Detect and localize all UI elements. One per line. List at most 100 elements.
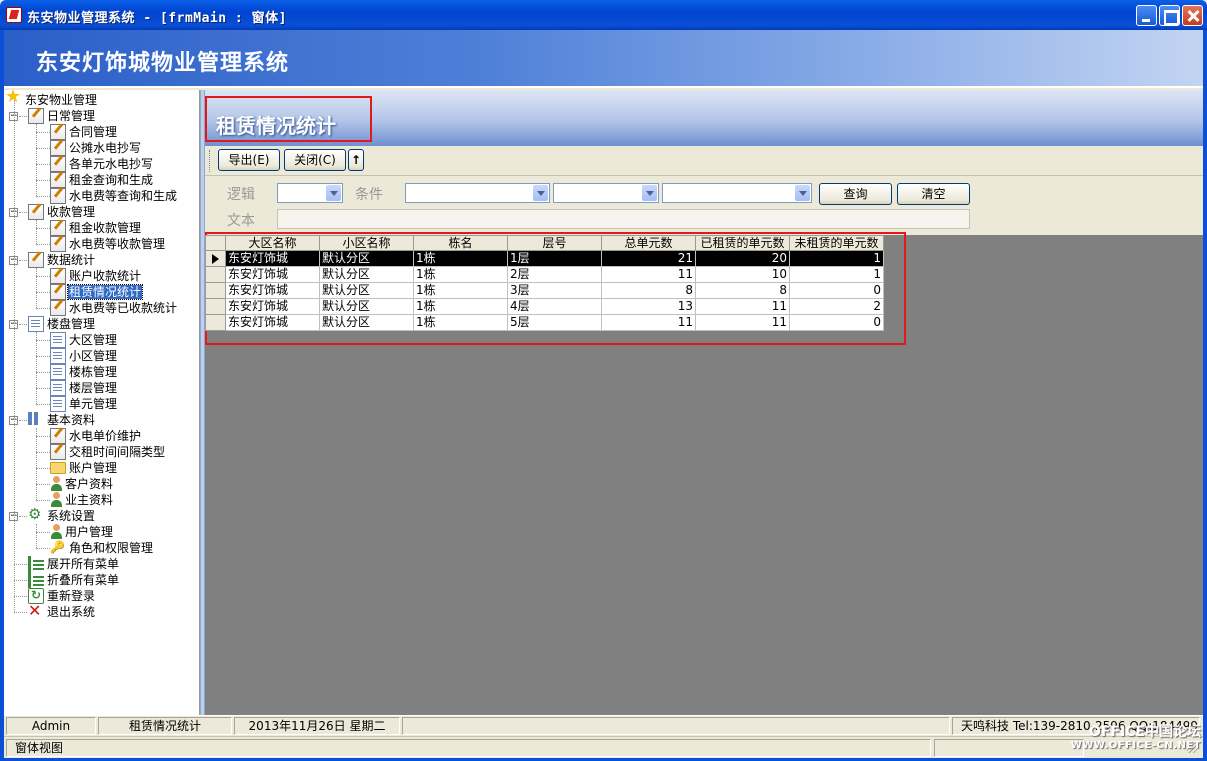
tree-action-1[interactable]: 折叠所有菜单 [28, 572, 120, 588]
tree-item[interactable]: 业主资料 [50, 492, 114, 508]
table-row[interactable]: 东安灯饰城 默认分区 1栋 5层 11 11 0 [205, 314, 884, 331]
table-row[interactable]: 东安灯饰城 默认分区 1栋 3层 8 8 0 [205, 282, 884, 299]
row-header[interactable] [205, 282, 226, 299]
table-cell[interactable]: 1栋 [413, 250, 508, 267]
tree-item[interactable]: 水电费等查询和生成 [50, 188, 178, 204]
value-select[interactable] [662, 183, 812, 203]
table-cell[interactable]: 13 [601, 298, 696, 315]
table-cell[interactable]: 20 [695, 250, 790, 267]
table-cell[interactable]: 0 [789, 314, 884, 331]
table-cell[interactable]: 默认分区 [319, 266, 414, 283]
operator-select[interactable] [553, 183, 659, 203]
column-header[interactable]: 小区名称 [319, 235, 414, 251]
row-header[interactable] [205, 298, 226, 315]
tree-item[interactable]: 租金收款管理 [50, 220, 142, 236]
tree-item[interactable]: 客户资料 [50, 476, 114, 492]
grid-corner-header[interactable] [205, 235, 226, 251]
tree-item[interactable]: 各单元水电抄写 [50, 156, 154, 172]
table-cell[interactable]: 5层 [507, 314, 602, 331]
table-cell[interactable]: 1栋 [413, 282, 508, 299]
table-cell[interactable]: 东安灯饰城 [225, 298, 320, 315]
close-window-button[interactable] [1182, 5, 1203, 26]
table-cell[interactable]: 1栋 [413, 314, 508, 331]
tree-item[interactable]: 单元管理 [50, 396, 118, 412]
table-cell[interactable]: 东安灯饰城 [225, 266, 320, 283]
query-button[interactable]: 查询 [819, 183, 892, 205]
tree-item[interactable]: 租赁情况统计 [50, 284, 144, 300]
field-select[interactable] [405, 183, 550, 203]
table-cell[interactable]: 2层 [507, 266, 602, 283]
tree-action-0[interactable]: 展开所有菜单 [28, 556, 120, 572]
column-header[interactable]: 未租赁的单元数 [789, 235, 884, 251]
app-icon[interactable] [6, 7, 22, 23]
table-cell[interactable]: 11 [695, 314, 790, 331]
row-header[interactable] [205, 250, 226, 267]
chevron-down-icon[interactable] [795, 185, 810, 201]
maximize-button[interactable] [1159, 5, 1180, 26]
table-cell[interactable]: 0 [789, 282, 884, 299]
row-header[interactable] [205, 266, 226, 283]
tree-root[interactable]: 东安物业管理 [5, 89, 98, 108]
column-header[interactable]: 层号 [507, 235, 602, 251]
tree-item[interactable]: 水电费等收款管理 [50, 236, 166, 252]
tree-group-0[interactable]: 日常管理 [28, 108, 96, 124]
table-cell[interactable]: 东安灯饰城 [225, 282, 320, 299]
table-cell[interactable]: 1层 [507, 250, 602, 267]
table-cell[interactable]: 8 [695, 282, 790, 299]
clear-button[interactable]: 清空 [897, 183, 970, 205]
tree-item[interactable]: 账户收款统计 [50, 268, 142, 284]
tree-item[interactable]: 角色和权限管理 [50, 539, 154, 556]
tree-action-3[interactable]: 退出系统 [28, 603, 96, 620]
tree-item[interactable]: 交租时间间隔类型 [50, 444, 166, 460]
tree-group-4[interactable]: 基本资料 [28, 412, 96, 428]
table-cell[interactable]: 1 [789, 266, 884, 283]
table-cell[interactable]: 1栋 [413, 298, 508, 315]
table-cell[interactable]: 默认分区 [319, 298, 414, 315]
minimize-button[interactable] [1136, 5, 1157, 26]
table-cell[interactable]: 1栋 [413, 266, 508, 283]
table-cell[interactable]: 11 [601, 314, 696, 331]
tree-item[interactable]: 公摊水电抄写 [50, 140, 142, 156]
table-cell[interactable]: 10 [695, 266, 790, 283]
chevron-down-icon[interactable] [326, 185, 341, 201]
tree-item[interactable]: 水电单价维护 [50, 428, 142, 444]
table-cell[interactable]: 8 [601, 282, 696, 299]
tree-group-5[interactable]: 系统设置 [28, 506, 96, 524]
table-cell[interactable]: 21 [601, 250, 696, 267]
chevron-down-icon[interactable] [533, 185, 548, 201]
column-header[interactable]: 栋名 [413, 235, 508, 251]
close-button[interactable]: 关闭(C) [284, 149, 346, 171]
tree-item[interactable]: 租金查询和生成 [50, 172, 154, 188]
toolbar-grip[interactable] [209, 150, 212, 172]
column-header[interactable]: 已租赁的单元数 [695, 235, 790, 251]
tree-group-3[interactable]: 楼盘管理 [28, 316, 96, 332]
tree-group-2[interactable]: 数据统计 [28, 252, 96, 268]
table-cell[interactable]: 11 [601, 266, 696, 283]
table-cell[interactable]: 2 [789, 298, 884, 315]
row-header[interactable] [205, 314, 226, 331]
tree-item[interactable]: 用户管理 [50, 524, 114, 540]
tree-item[interactable]: 楼栋管理 [50, 364, 118, 380]
tree-item[interactable]: 楼层管理 [50, 380, 118, 396]
tree-group-1[interactable]: 收款管理 [28, 204, 96, 220]
up-arrow-button[interactable]: ↑ [348, 149, 364, 171]
navigation-tree[interactable]: 东安物业管理−日常管理合同管理公摊水电抄写各单元水电抄写租金查询和生成水电费等查… [4, 89, 200, 715]
table-row[interactable]: 东安灯饰城 默认分区 1栋 2层 11 10 1 [205, 266, 884, 283]
table-cell[interactable]: 东安灯饰城 [225, 250, 320, 267]
table-cell[interactable]: 默认分区 [319, 250, 414, 267]
table-cell[interactable]: 3层 [507, 282, 602, 299]
logic-select[interactable] [277, 183, 343, 203]
tree-item[interactable]: 账户管理 [50, 460, 118, 476]
export-button[interactable]: 导出(E) [218, 149, 280, 171]
table-row[interactable]: 东安灯饰城 默认分区 1栋 4层 13 11 2 [205, 298, 884, 315]
table-cell[interactable]: 默认分区 [319, 314, 414, 331]
tree-item[interactable]: 合同管理 [50, 124, 118, 140]
table-cell[interactable]: 1 [789, 250, 884, 267]
column-header[interactable]: 总单元数 [601, 235, 696, 251]
table-cell[interactable]: 11 [695, 298, 790, 315]
text-input[interactable] [277, 209, 970, 229]
table-cell[interactable]: 默认分区 [319, 282, 414, 299]
column-header[interactable]: 大区名称 [225, 235, 320, 251]
tree-item[interactable]: 水电费等已收款统计 [50, 300, 178, 316]
table-cell[interactable]: 4层 [507, 298, 602, 315]
